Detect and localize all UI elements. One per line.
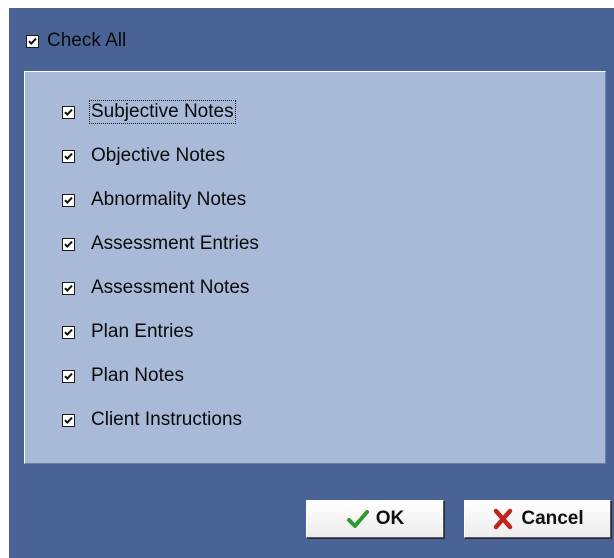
checkmark-icon	[64, 328, 73, 336]
option-client-instructions[interactable]: Client Instructions	[62, 409, 243, 431]
ok-button-label: OK	[375, 508, 405, 529]
option-label: Assessment Entries	[91, 233, 259, 254]
check-notes-dialog: Check All Subjective Notes Objective Not…	[9, 8, 614, 558]
checkbox-box[interactable]	[62, 369, 75, 383]
checkmark-icon	[64, 108, 73, 116]
check-all-checkbox[interactable]: Check All	[26, 30, 126, 52]
option-objective-notes[interactable]: Objective Notes	[62, 145, 226, 167]
notes-options-panel: Subjective Notes Objective Notes Abnorma…	[24, 71, 606, 464]
checkbox-box[interactable]	[62, 281, 75, 295]
checkmark-icon	[64, 372, 73, 380]
option-label: Subjective Notes	[89, 100, 236, 124]
option-label: Client Instructions	[91, 409, 243, 430]
checkmark-icon	[28, 37, 37, 45]
checkmark-icon	[64, 152, 73, 160]
checkmark-icon	[64, 416, 73, 424]
checkbox-box[interactable]	[62, 193, 75, 207]
cancel-button[interactable]: Cancel	[464, 500, 611, 538]
option-abnormality-notes[interactable]: Abnormality Notes	[62, 189, 247, 211]
cancel-button-label: Cancel	[521, 508, 584, 529]
checkmark-icon	[64, 240, 73, 248]
option-label: Plan Entries	[91, 321, 194, 342]
option-assessment-notes[interactable]: Assessment Notes	[62, 277, 250, 299]
option-assessment-entries[interactable]: Assessment Entries	[62, 233, 260, 255]
green-checkmark-icon	[346, 507, 370, 531]
option-label: Plan Notes	[91, 365, 184, 386]
check-all-label: Check All	[47, 30, 127, 51]
option-plan-entries[interactable]: Plan Entries	[62, 321, 194, 343]
checkbox-box[interactable]	[62, 237, 75, 251]
ok-button[interactable]: OK	[306, 500, 444, 538]
option-label: Assessment Notes	[91, 277, 250, 298]
checkbox-box[interactable]	[62, 149, 75, 163]
checkbox-box[interactable]	[26, 34, 39, 48]
checkbox-box[interactable]	[62, 105, 75, 119]
red-x-icon	[491, 507, 515, 531]
checkmark-icon	[64, 284, 73, 292]
checkmark-icon	[64, 196, 73, 204]
checkbox-box[interactable]	[62, 325, 75, 339]
option-label: Objective Notes	[91, 145, 226, 166]
option-plan-notes[interactable]: Plan Notes	[62, 365, 185, 387]
option-label: Abnormality Notes	[91, 189, 247, 210]
checkbox-box[interactable]	[62, 413, 75, 427]
option-subjective-notes[interactable]: Subjective Notes	[62, 100, 236, 124]
